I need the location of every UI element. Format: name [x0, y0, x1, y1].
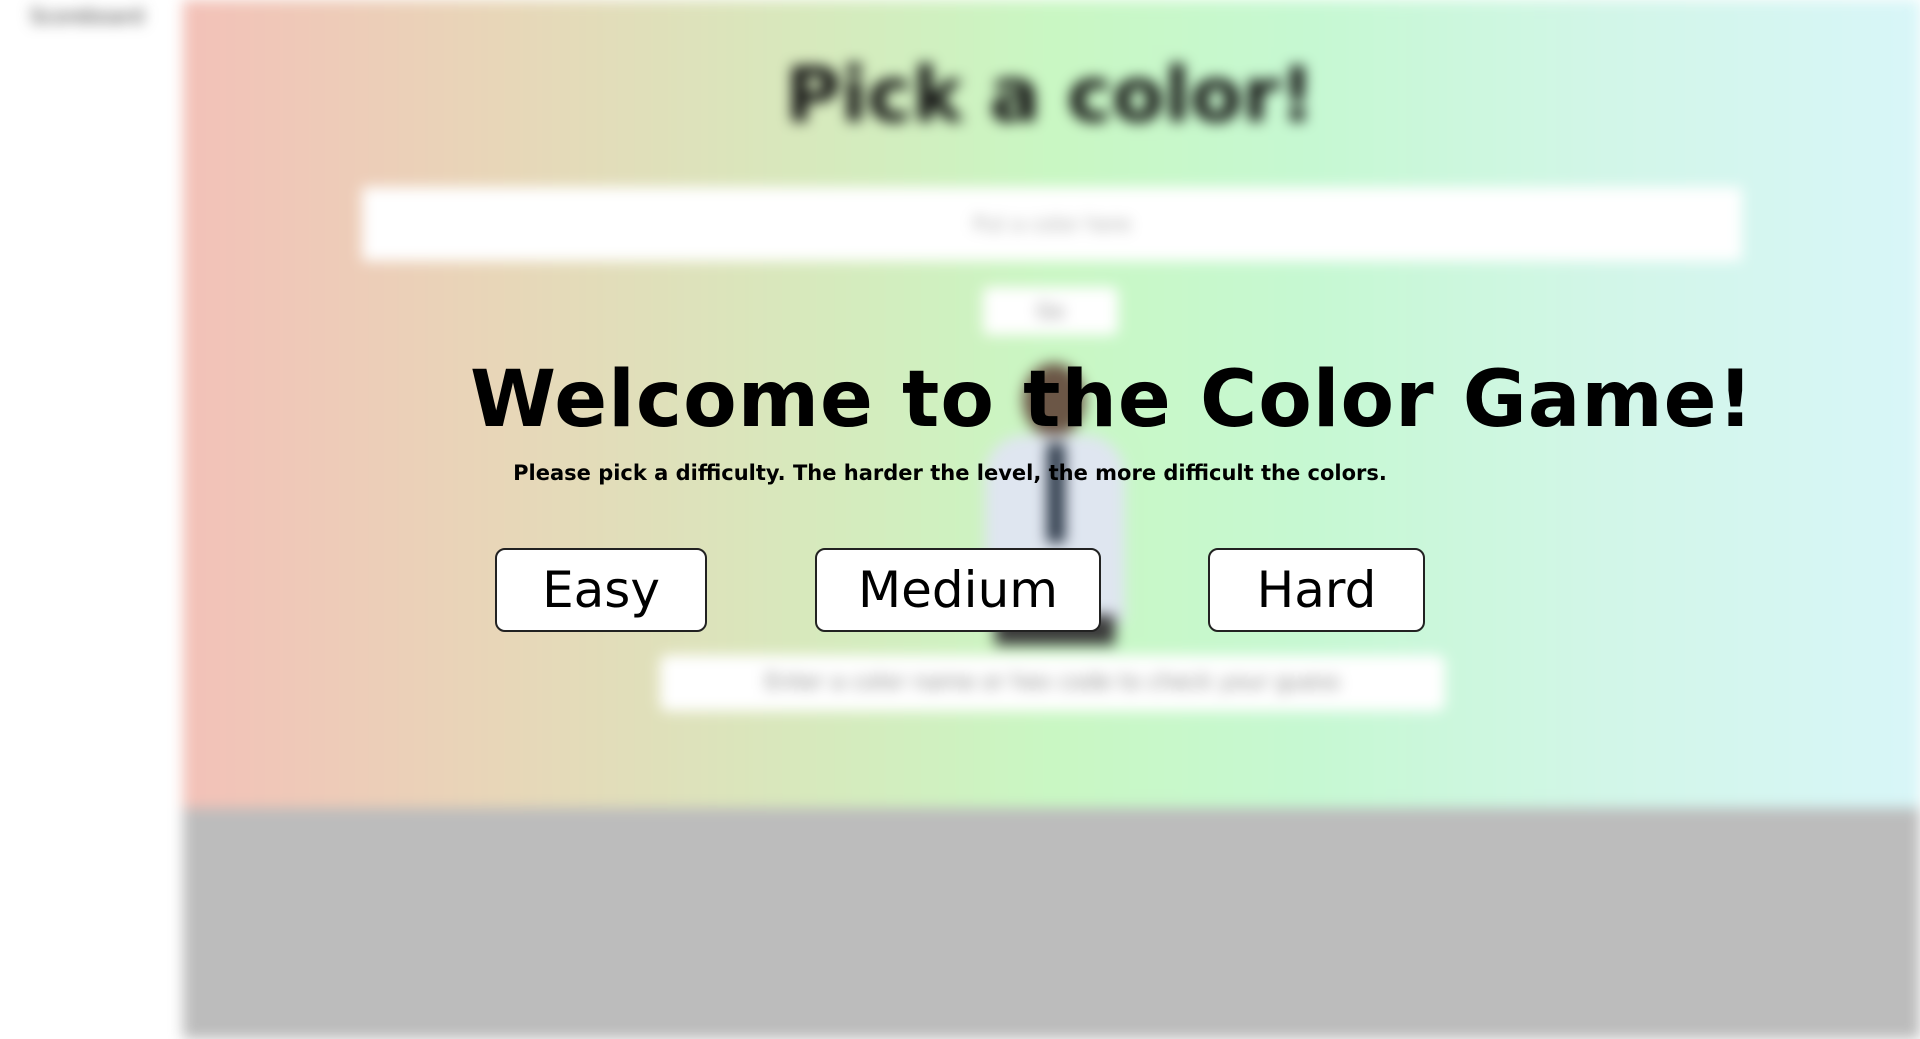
welcome-subtitle: Please pick a difficulty. The harder the… [513, 461, 1387, 485]
easy-button[interactable]: Easy [495, 548, 707, 632]
welcome-title: Welcome to the Color Game! [470, 355, 1755, 445]
color-game-page: Scoreboard Pick a color! Put a color her… [0, 0, 1920, 1039]
hard-button[interactable]: Hard [1208, 548, 1425, 632]
medium-button[interactable]: Medium [815, 548, 1101, 632]
welcome-modal: Welcome to the Color Game! Please pick a… [0, 0, 1920, 1039]
